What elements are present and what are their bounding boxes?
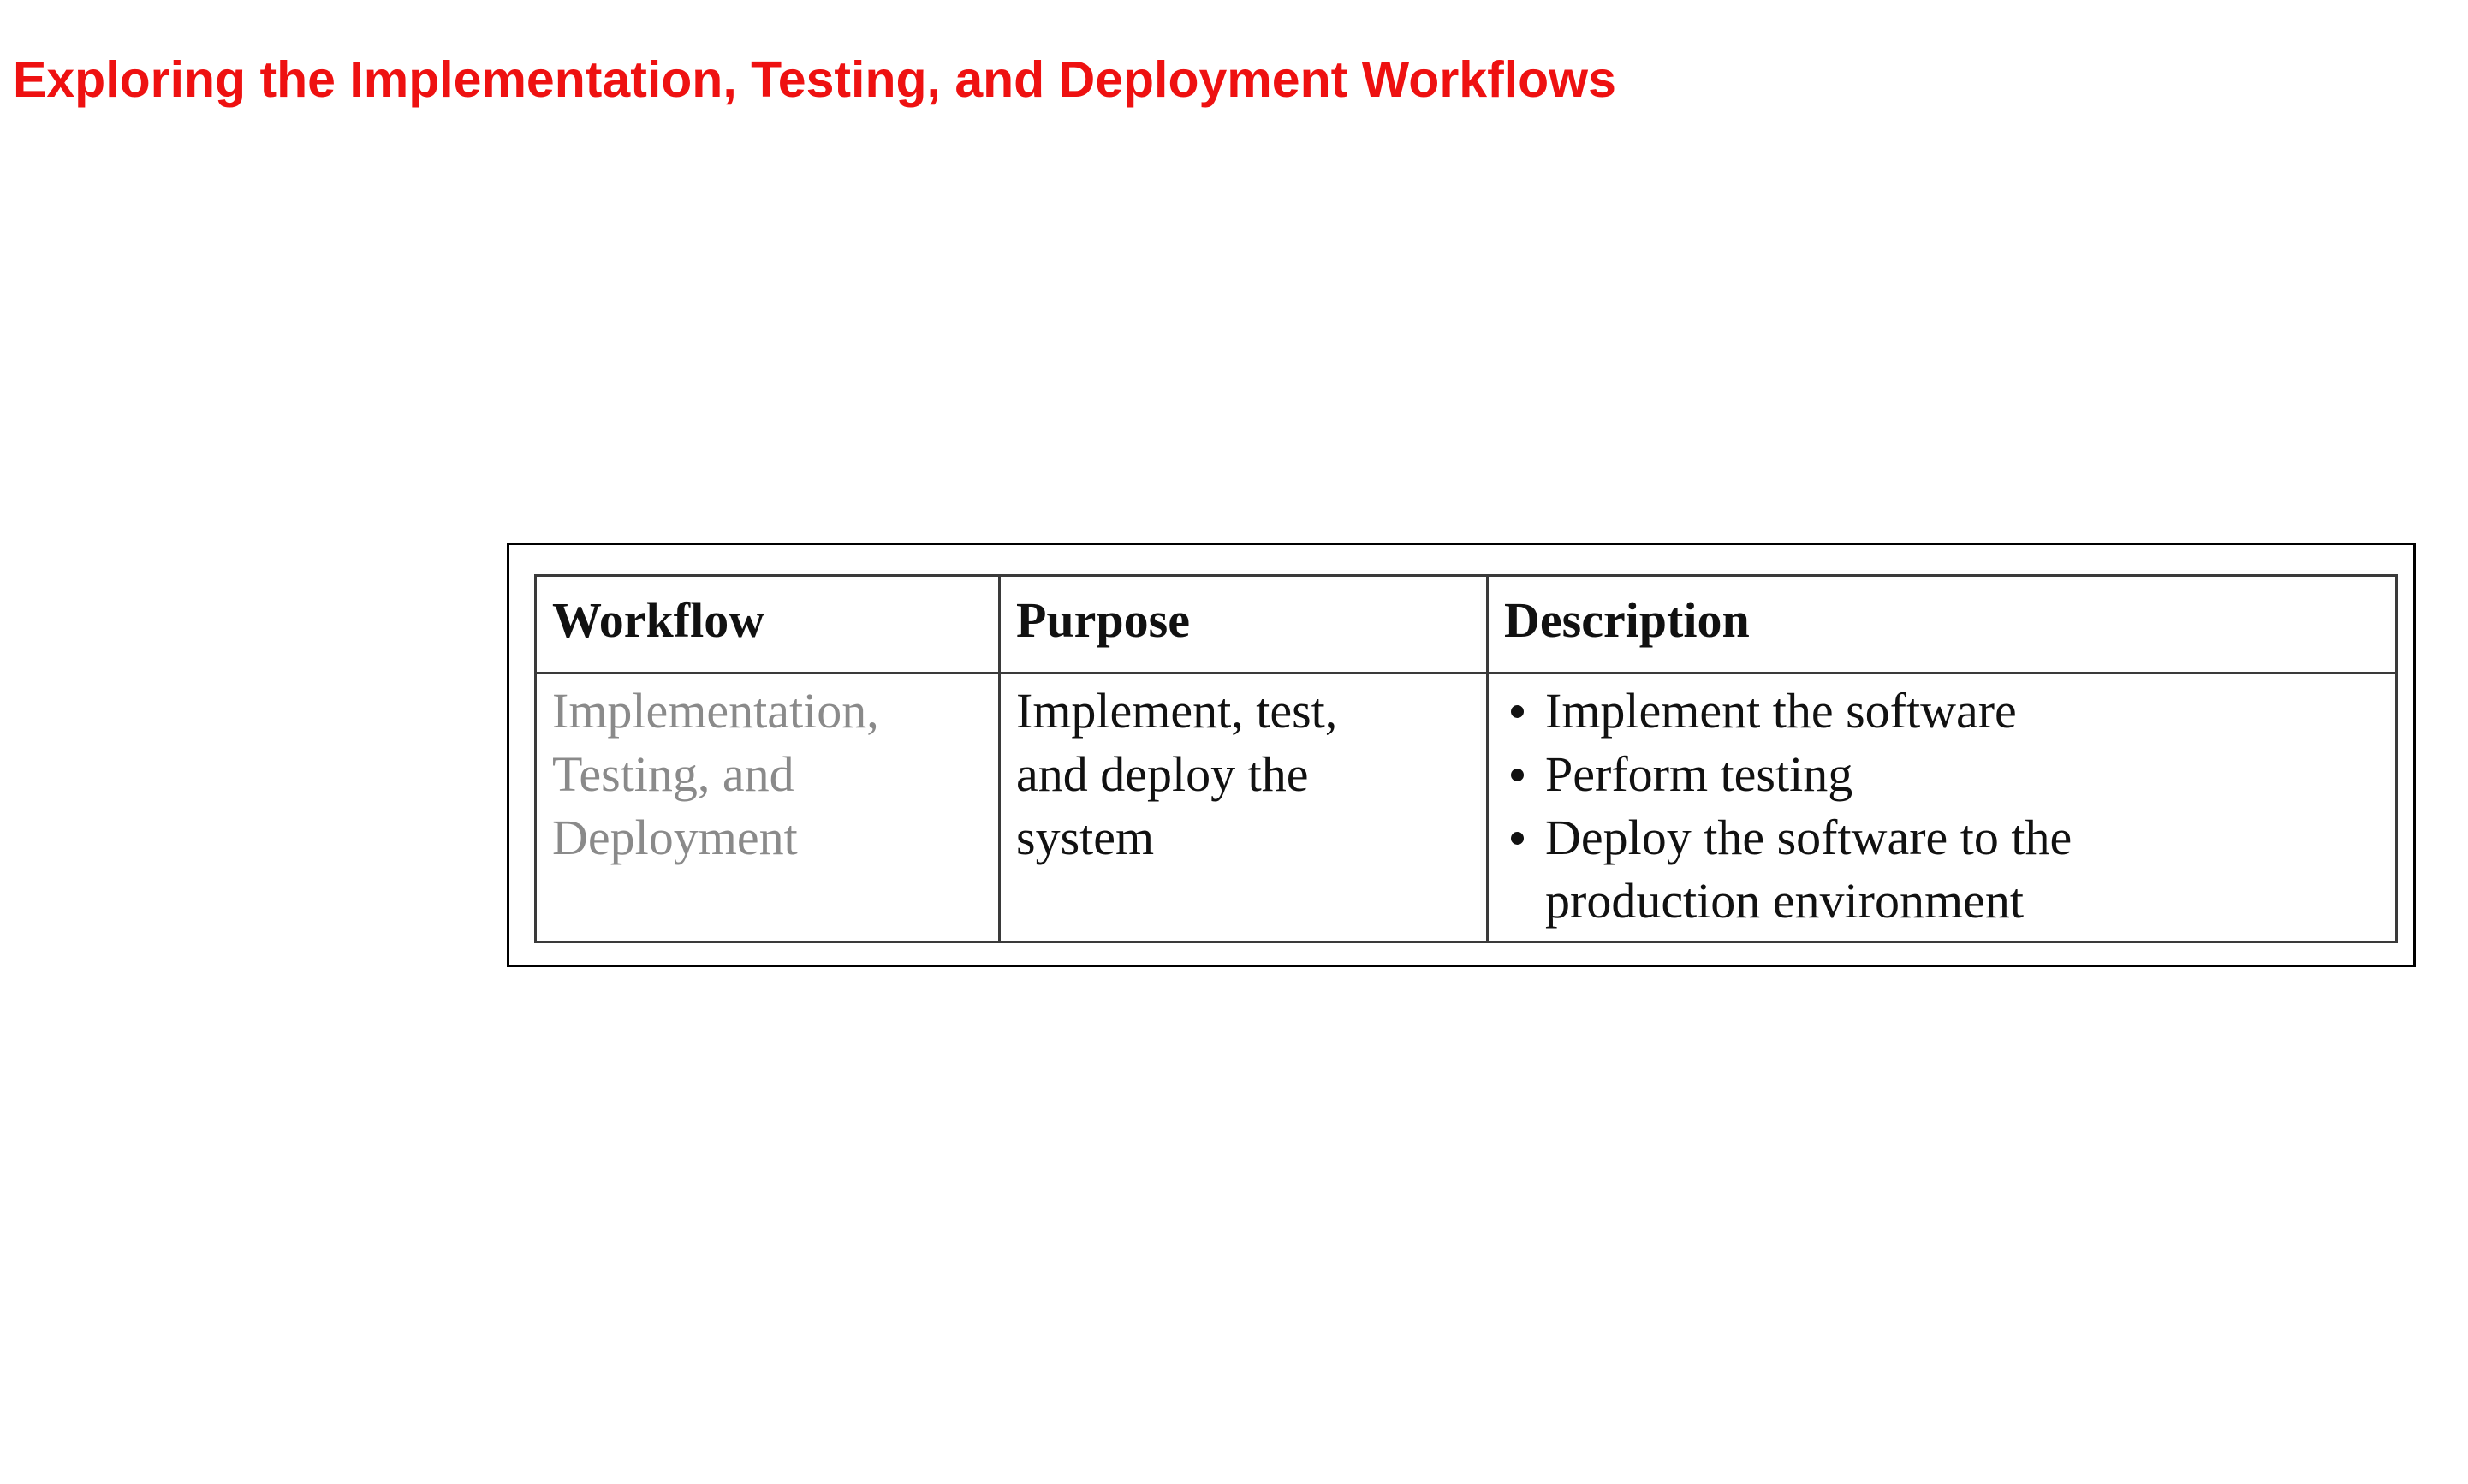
bullet-icon (1511, 705, 1524, 718)
bullet-icon (1511, 769, 1524, 781)
bullet-icon (1511, 832, 1524, 845)
list-item: Deploy the software to the production en… (1504, 806, 2395, 933)
header-purpose: Purpose (998, 574, 1489, 674)
purpose-cell-text: Implement, test, and deploy the system (1016, 683, 1338, 865)
workflow-cell-text: Implementation, Testing, and Deployment (552, 683, 879, 865)
workflow-cell: Implementation, Testing, and Deployment (534, 672, 1001, 943)
page-title: Exploring the Implementation, Testing, a… (13, 51, 1616, 108)
description-item-text: Deploy the software to the production en… (1545, 810, 2073, 929)
header-description: Description (1486, 574, 2398, 674)
description-item-text: Perform testing (1545, 746, 1853, 802)
header-workflow: Workflow (534, 574, 1001, 674)
table-header-row: Workflow Purpose Description (534, 574, 2398, 674)
purpose-cell: Implement, test, and deploy the system (998, 672, 1489, 943)
workflow-table: Workflow Purpose Description Implementat… (534, 574, 2398, 943)
description-item-text: Implement the software (1545, 683, 2017, 739)
workflow-table-frame: Workflow Purpose Description Implementat… (507, 543, 2416, 967)
list-item: Perform testing (1504, 743, 2395, 806)
list-item: Implement the software (1504, 680, 2395, 743)
description-cell: Implement the software Perform testing D… (1486, 672, 2398, 943)
description-bullet-list: Implement the software Perform testing D… (1504, 680, 2395, 933)
table-row: Implementation, Testing, and Deployment … (534, 672, 2398, 943)
